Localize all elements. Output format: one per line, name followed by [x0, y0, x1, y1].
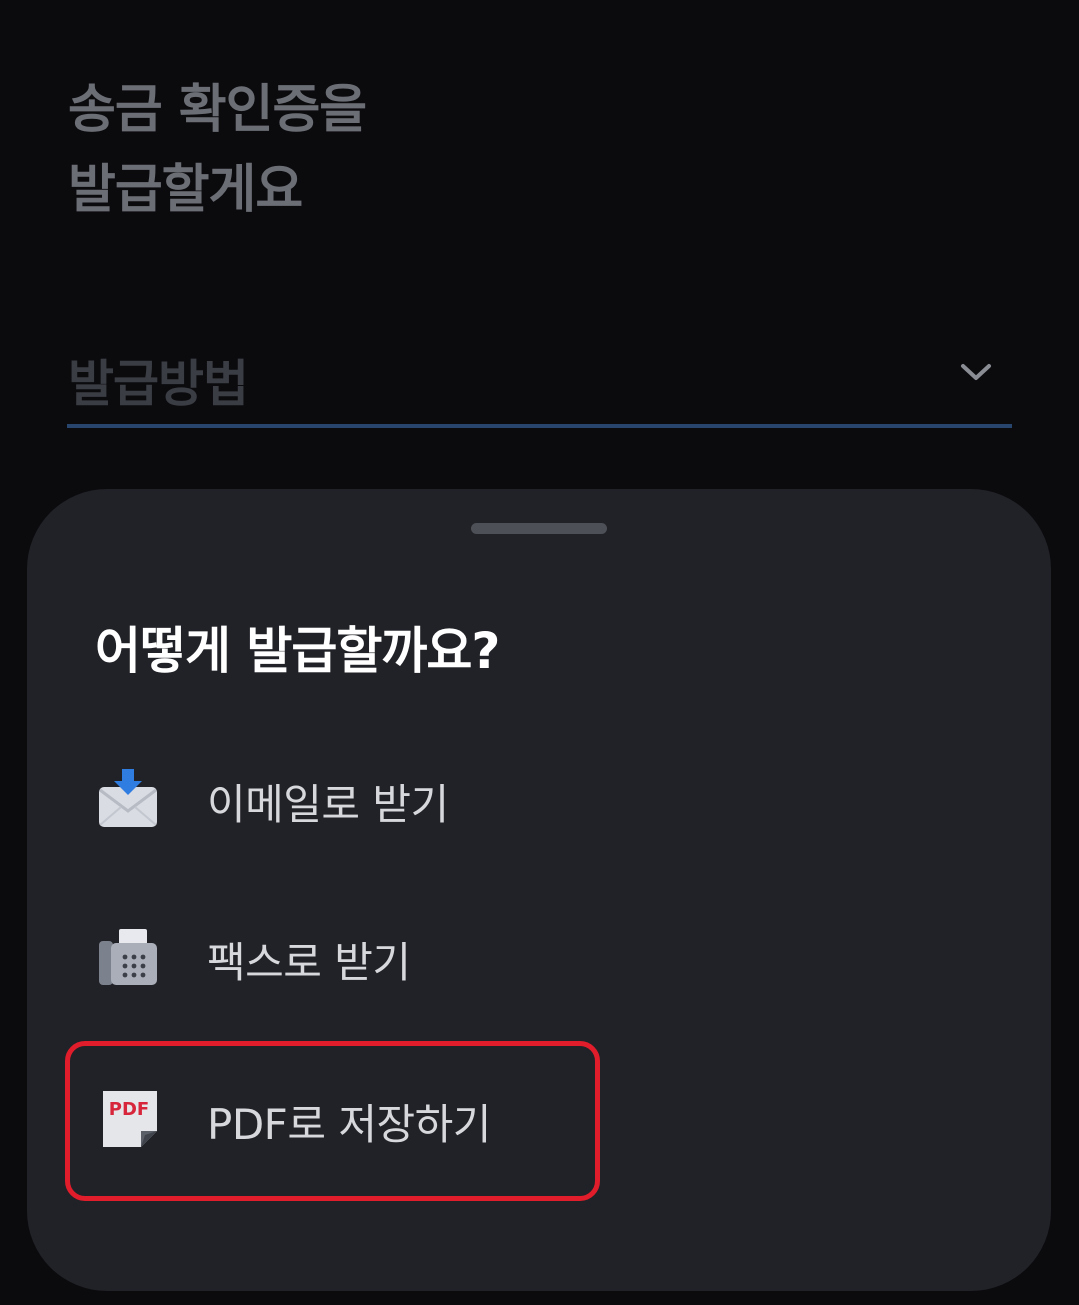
email-download-icon [99, 769, 157, 827]
option-fax[interactable]: 팩스로 받기 [67, 883, 599, 1033]
issue-method-select[interactable]: 발급방법 [67, 338, 1012, 428]
fax-icon [99, 929, 157, 985]
option-email[interactable]: 이메일로 받기 [67, 725, 599, 875]
sheet-title: 어떻게 발급할까요? [95, 622, 500, 680]
chevron-down-icon [961, 364, 991, 380]
bottom-sheet: 어떻게 발급할까요? 이메일로 받기 팩스로 받기 PDF PDF로 저장하기 [27, 489, 1051, 1291]
page-title: 송금 확인증을 발급할게요 [68, 70, 367, 230]
option-pdf-label: PDF로 저장하기 [207, 1100, 491, 1149]
page-title-line-2: 발급할게요 [68, 160, 303, 220]
page-title-line-1: 송금 확인증을 [68, 80, 367, 140]
option-fax-label: 팩스로 받기 [207, 938, 411, 987]
issue-method-placeholder: 발급방법 [68, 355, 249, 413]
svg-text:PDF: PDF [109, 1099, 149, 1120]
option-email-label: 이메일로 받기 [207, 780, 449, 829]
pdf-file-icon: PDF [103, 1091, 157, 1147]
sheet-drag-handle[interactable] [471, 523, 607, 534]
option-pdf[interactable]: PDF PDF로 저장하기 [65, 1041, 600, 1201]
